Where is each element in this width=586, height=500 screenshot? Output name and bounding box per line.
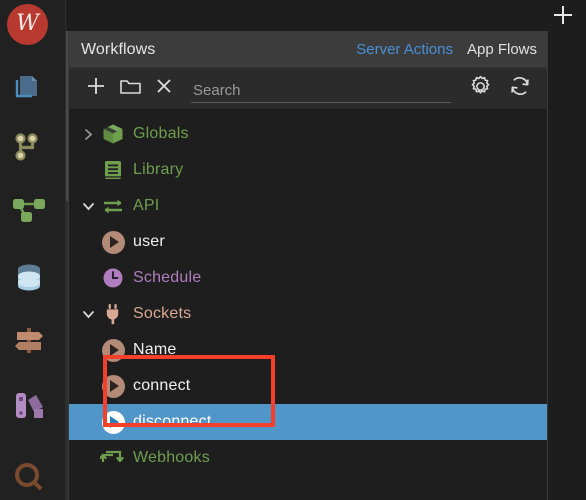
- chevron-down-icon[interactable]: [77, 188, 99, 224]
- tree-item-label: Globals: [133, 125, 189, 142]
- tree-item-name[interactable]: Name: [69, 332, 547, 368]
- twisty-placeholder: [77, 152, 99, 188]
- tree-item-globals[interactable]: Globals: [69, 116, 547, 152]
- cube-icon: [99, 120, 127, 148]
- play-circle-tan-icon: [99, 372, 127, 400]
- workflows-icon: [11, 195, 47, 234]
- signpost-icon: [12, 323, 46, 362]
- tree-item-connect[interactable]: connect: [69, 368, 547, 404]
- panel-header-tabs: Server Actions App Flows: [356, 41, 547, 58]
- theme-icon: [12, 388, 46, 427]
- twisty-placeholder: [77, 260, 99, 296]
- panel-title: Workflows: [81, 40, 156, 58]
- tab-app-flows[interactable]: App Flows: [467, 41, 537, 58]
- panel-header: Workflows Server Actions App Flows: [69, 32, 547, 68]
- rail-item-routes[interactable]: [5, 318, 53, 366]
- tree-item-webhooks[interactable]: Webhooks: [69, 440, 547, 476]
- rail-item-versions[interactable]: [5, 125, 53, 173]
- webhook-icon: [99, 444, 127, 472]
- tree-item-label: Library: [133, 161, 184, 178]
- tree-item-label: Schedule: [133, 269, 202, 286]
- tree-item-label: Name: [133, 341, 177, 358]
- tree-item-label: connect: [133, 377, 191, 394]
- play-circle-white-icon: [99, 408, 127, 436]
- search-input[interactable]: [191, 81, 451, 103]
- tab-server-actions[interactable]: Server Actions: [356, 41, 453, 58]
- twisty-placeholder: [77, 440, 99, 476]
- app-root: W Workflows Server Actions App Flows Sea…: [0, 0, 586, 500]
- gear-icon: [469, 75, 492, 103]
- search-rail-icon: [12, 460, 46, 499]
- workflow-tree: Globals Library API user Schedule Socket…: [69, 110, 547, 500]
- app-logo-letter: W: [16, 10, 39, 36]
- search-field-wrapper: [191, 75, 451, 103]
- tree-item-sockets[interactable]: Sockets: [69, 296, 547, 332]
- tree-item-disconnect[interactable]: disconnect: [69, 404, 547, 440]
- rail-item-search[interactable]: [5, 455, 53, 500]
- book-icon: [99, 156, 127, 184]
- tree-item-label: disconnect: [133, 413, 212, 430]
- close-x-icon: [154, 76, 174, 101]
- exchange-icon: [99, 192, 127, 220]
- settings-button[interactable]: [463, 74, 497, 104]
- plus-icon: [551, 3, 575, 32]
- toolbar-right-actions: [463, 74, 537, 104]
- app-logo[interactable]: W: [7, 4, 48, 45]
- refresh-button[interactable]: [503, 74, 537, 104]
- plug-icon: [99, 300, 127, 328]
- rail-item-database[interactable]: [5, 255, 53, 303]
- tree-item-api[interactable]: API: [69, 188, 547, 224]
- workflows-panel: Workflows Server Actions App Flows Searc…: [68, 31, 548, 500]
- tree-item-label: user: [133, 233, 165, 250]
- clock-icon: [99, 264, 127, 292]
- database-icon: [12, 260, 46, 299]
- tree-item-label: Sockets: [133, 305, 192, 322]
- folder-icon: [119, 75, 142, 102]
- right-empty-strip: [549, 31, 586, 500]
- new-folder-button[interactable]: [113, 74, 147, 104]
- rail-item-pages[interactable]: [5, 62, 53, 110]
- new-tab-button[interactable]: [550, 4, 576, 30]
- git-branch-icon: [12, 130, 46, 169]
- plus-icon: [85, 75, 107, 102]
- pages-icon: [12, 67, 46, 106]
- rail-item-theme[interactable]: [5, 383, 53, 431]
- play-circle-tan-icon: [99, 336, 127, 364]
- delete-workflow-button[interactable]: [147, 74, 181, 104]
- tree-item-library[interactable]: Library: [69, 152, 547, 188]
- play-circle-tan-icon: [99, 228, 127, 256]
- refresh-icon: [508, 74, 532, 103]
- tree-item-label: Webhooks: [133, 449, 210, 466]
- chevron-right-icon[interactable]: [77, 116, 99, 152]
- tree-item-label: API: [133, 197, 160, 214]
- panel-toolbar: [69, 68, 547, 110]
- tree-item-user[interactable]: user: [69, 224, 547, 260]
- add-workflow-button[interactable]: [79, 74, 113, 104]
- rail-item-workflows[interactable]: [5, 190, 53, 238]
- chevron-down-icon[interactable]: [77, 296, 99, 332]
- tree-item-schedule[interactable]: Schedule: [69, 260, 547, 296]
- left-icon-rail: W: [0, 0, 66, 500]
